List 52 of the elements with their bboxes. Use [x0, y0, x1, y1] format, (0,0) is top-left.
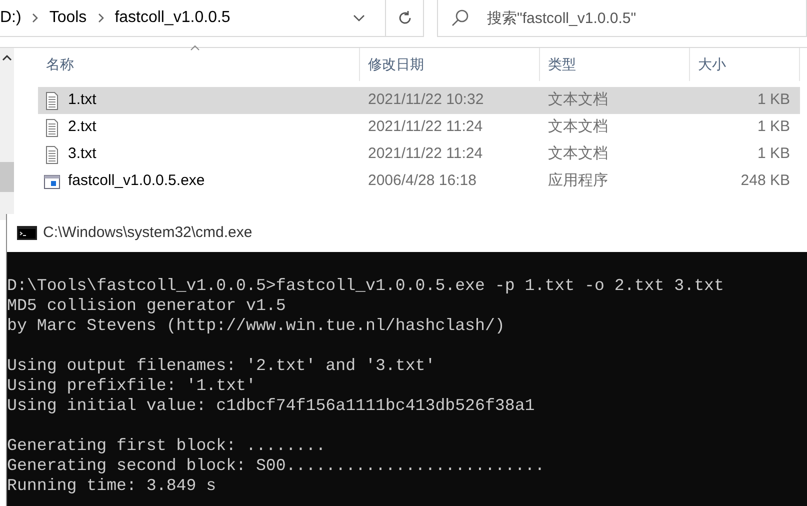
column-header[interactable]: 修改日期 [360, 48, 540, 81]
refresh-icon [396, 10, 412, 26]
file-name: 3.txt [68, 144, 96, 164]
console-line: by Marc Stevens (http://www.win.tue.nl/hashclash/) [7, 316, 505, 335]
console-line: Using output filenames: '2.txt' and '3.txt' [7, 356, 436, 375]
file-date: 2006/4/28 16:18 [368, 172, 476, 190]
file-type: 文本文档 [548, 118, 608, 136]
sort-icon [190, 45, 200, 51]
chevron-icon [31, 13, 40, 23]
refresh-button[interactable] [386, 0, 424, 37]
breadcrumb-item[interactable]: Tools [47, 6, 89, 30]
file-type: 文本文档 [548, 91, 608, 108]
console-line: Using initial value: c1dbcf74f156a1111bc413db526f38a1 [7, 396, 535, 415]
file-date: 2021/11/22 11:24 [368, 118, 483, 136]
console-icon [17, 226, 37, 240]
file-type: 文本文档 [548, 145, 608, 162]
file-date: 2021/11/22 10:32 [368, 91, 484, 108]
scrollbar-thumb[interactable] [0, 162, 14, 192]
file-row[interactable]: 2.txt 2021/11/22 11:24 文本文档 1 KB [38, 114, 800, 141]
breadcrumb-item[interactable]: fastcoll_v1.0.0.5 [112, 6, 232, 30]
console-line: Running time: 3.849 s [7, 476, 216, 495]
text-file-icon [44, 92, 60, 110]
text-file-icon [44, 146, 60, 164]
console-line: D:\Tools\fastcoll_v1.0.0.5>fastcoll_v1.0.0.5.exe -p 1.txt -o 2.txt 3.txt [7, 276, 724, 295]
console-line: MD5 collision generator v1.5 [7, 296, 286, 315]
text-file-icon [44, 118, 60, 136]
search-field[interactable]: 搜索"fastcoll_v1.0.0.5" [437, 0, 807, 37]
search-icon [451, 9, 469, 27]
column-header[interactable]: 大小 [690, 48, 800, 81]
application-icon [44, 172, 60, 190]
column-header[interactable]: 类型 [540, 48, 690, 81]
file-row[interactable]: fastcoll_v1.0.0.5.exe 2006/4/28 16:18 应用程序 248 KB [38, 168, 800, 195]
console-line: Generating first block: ........ [7, 436, 326, 455]
file-name: fastcoll_v1.0.0.5.exe [68, 171, 205, 192]
dropdown-icon[interactable] [353, 14, 365, 22]
window-title: C:\Windows\system32\cmd.exe [43, 222, 252, 243]
file-size: 248 KB [740, 172, 790, 190]
scroll-up-icon[interactable] [2, 54, 12, 62]
file-size: 1 KB [757, 91, 790, 108]
file-size: 1 KB [757, 145, 790, 162]
file-size: 1 KB [757, 118, 790, 136]
console-line: Generating second block: S00.......................... [7, 456, 545, 475]
column-header[interactable]: 名称 [46, 54, 74, 75]
file-row[interactable]: 1.txt 2021/11/22 10:32 文本文档 1 KB [38, 87, 800, 114]
file-name: 2.txt [68, 117, 96, 138]
breadcrumb-item[interactable]: D:) [0, 6, 24, 30]
file-row[interactable]: 3.txt 2021/11/22 11:24 文本文档 1 KB [38, 141, 800, 168]
file-date: 2021/11/22 11:24 [368, 145, 483, 162]
console-line: Using prefixfile: '1.txt' [7, 376, 256, 395]
file-name: 1.txt [68, 90, 96, 110]
file-type: 应用程序 [548, 172, 608, 190]
chevron-icon [96, 13, 105, 23]
